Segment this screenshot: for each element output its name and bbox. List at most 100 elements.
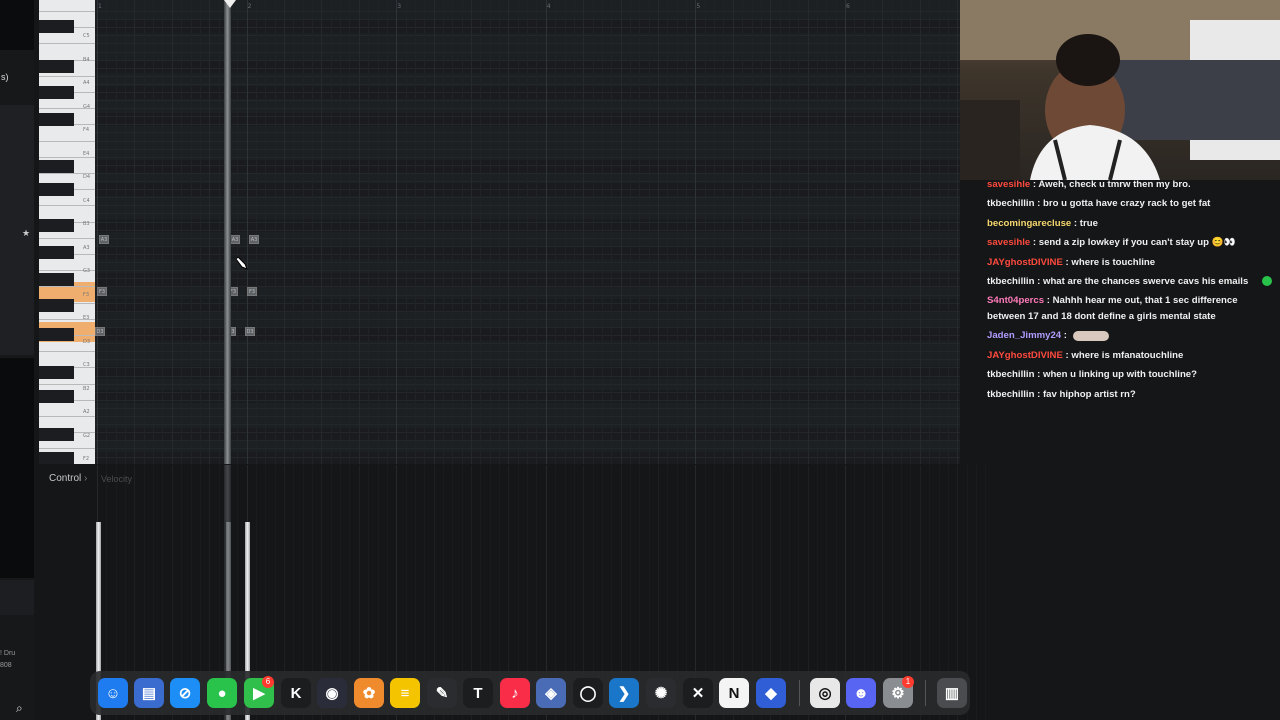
chat-username[interactable]: savesihle [987,237,1030,248]
github-icon[interactable]: ◯ [573,678,603,708]
black-key[interactable] [39,428,74,441]
note[interactable]: F3 [97,287,107,296]
kick-icon[interactable]: K [281,678,311,708]
chat-username[interactable]: tkbechillin [987,276,1034,287]
chat-username[interactable]: tkbechillin [987,369,1034,380]
music-icon[interactable]: ♪ [500,678,530,708]
grid-column-line [565,0,566,464]
black-key[interactable] [39,60,74,73]
note[interactable]: A3 [230,235,240,244]
grid-column-line [125,0,126,464]
grid-column-line [910,0,911,464]
chat-text: : bro u gotta have crazy rack to get fat [1034,198,1211,210]
grid-column-line [312,0,313,464]
grid-column-line [508,0,509,464]
pen-icon[interactable]: ✎ [427,678,457,708]
black-key[interactable] [39,113,74,126]
black-key[interactable] [39,328,74,341]
grid-column-line [723,0,724,464]
notification-badge: 1 [902,676,914,688]
dock-glyph: ♪ [511,684,519,702]
dock-glyph: ◆ [765,685,777,702]
chat-message: tkbechillin : what are the chances swerv… [987,274,1272,290]
star-icon[interactable]: ★ [22,228,30,239]
chat-username[interactable]: Jaden_Jimmy24 [987,330,1061,341]
panel-text-fragment: s) [1,72,9,82]
black-key[interactable] [39,273,74,286]
key-label: B2 [83,385,90,392]
grid-column-line [649,0,650,464]
key-label: D3 [83,338,91,345]
key-label: G2 [83,432,91,439]
black-key[interactable] [39,183,74,196]
chat-message: JAYghostDIVINE : where is touchline [987,255,1272,271]
chatgpt-icon[interactable]: ✺ [646,678,676,708]
dock-glyph: ◉ [325,685,339,702]
note[interactable]: A3 [99,235,109,244]
chat-username[interactable]: tkbechillin [987,389,1034,400]
black-key[interactable] [39,219,74,232]
key-label: D4 [83,174,91,180]
white-key-divider [39,448,95,449]
tradingview-icon[interactable]: T [463,678,493,708]
chat-text: : Aweh, check u tmrw then my bro. [1030,179,1191,190]
trash-icon[interactable]: ▥ [937,678,967,708]
key-label: A2 [83,409,90,415]
playhead-marker[interactable] [224,0,236,8]
black-key[interactable] [39,86,74,99]
grid-column-line [630,0,631,464]
note[interactable]: D3 [245,327,255,336]
obs-icon[interactable]: ◉ [317,678,347,708]
vscode-icon[interactable]: ❯ [609,678,639,708]
chat-username[interactable]: S4nt04percs [987,295,1044,306]
black-key[interactable] [39,20,74,33]
black-key[interactable] [39,390,74,403]
safari-icon[interactable]: ⊘ [170,678,200,708]
control-label[interactable]: Control › [49,473,87,484]
white-key-divider [39,141,95,142]
black-key[interactable] [39,246,74,259]
files-icon[interactable]: ▤ [134,678,164,708]
app-blue-icon[interactable]: ◆ [756,678,786,708]
messages-icon[interactable]: ● [207,678,237,708]
black-key[interactable] [39,366,74,379]
grid-column-line [780,0,781,464]
grid-column-line [424,0,425,464]
note[interactable]: D3 [95,327,105,336]
piano-keyboard[interactable]: C5 B4 A4 G4 F4 E4 D4 C4 B3 A3 G3 F3 E3 D3 C3 B2 A2 G2 F2 [39,0,95,464]
grid-column-line [490,0,491,464]
capcut-icon[interactable]: ✕ [683,678,713,708]
grid-column-line [293,0,294,464]
fl-studio-icon[interactable]: ✿ [354,678,384,708]
chat-username[interactable]: becomingarecluse [987,218,1071,229]
grid-column-line [265,0,266,464]
grid-column-line [714,0,715,464]
grid-column-line [97,0,98,464]
chat-username[interactable]: tkbechillin [987,198,1034,209]
black-key[interactable] [39,452,74,464]
notes-icon[interactable]: ≡ [390,678,420,708]
davinci-icon[interactable]: ◈ [536,678,566,708]
playhead[interactable] [224,0,231,464]
chrome-icon[interactable]: ◎ [810,678,840,708]
grid-column-line [387,0,388,464]
grid-column-line [593,0,594,464]
key-label: G4 [83,103,91,110]
discord-icon[interactable]: ☻ [846,678,876,708]
grid-column-line [116,0,117,464]
dock-glyph: ⊘ [178,685,192,702]
white-key-divider [39,351,95,352]
key-label: F4 [83,127,90,133]
black-key[interactable] [39,299,74,312]
chat-username[interactable]: savesihle [987,179,1030,190]
dock-glyph: K [290,684,302,702]
search-icon[interactable]: ⌕ [16,701,23,716]
grid-column-line [574,0,575,464]
finder-icon[interactable]: ☺ [98,678,128,708]
chat-username[interactable]: JAYghostDIVINE [987,350,1063,361]
black-key[interactable] [39,160,74,173]
note[interactable]: A3 [249,235,259,244]
notion-icon[interactable]: N [719,678,749,708]
chat-username[interactable]: JAYghostDIVINE [987,257,1063,268]
note[interactable]: F3 [247,287,257,296]
